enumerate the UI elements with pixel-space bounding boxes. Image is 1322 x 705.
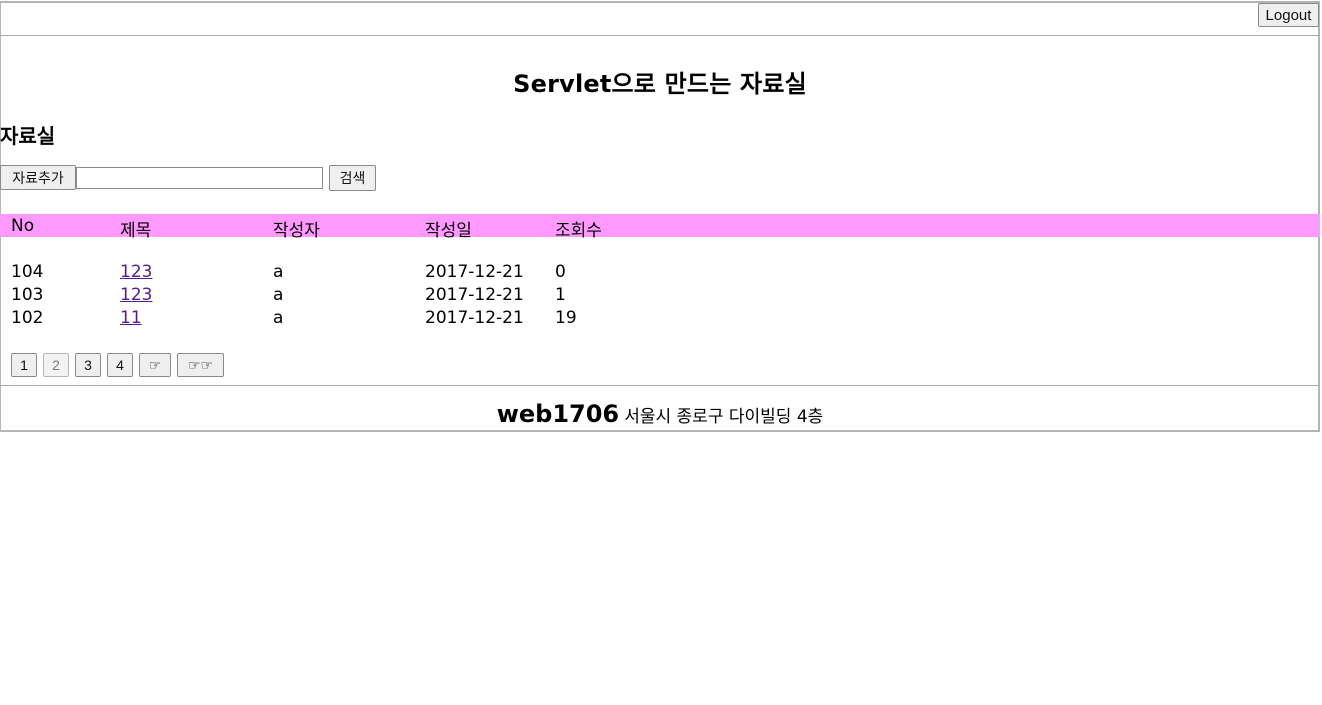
column-header-author: 작성자 bbox=[273, 221, 320, 241]
page-button-1[interactable]: 1 bbox=[11, 353, 37, 377]
row-date: 2017-12-21 bbox=[425, 308, 524, 328]
row-date: 2017-12-21 bbox=[425, 285, 524, 305]
last-page-button[interactable]: ☞☞ bbox=[177, 353, 224, 377]
footer-divider bbox=[0, 385, 1320, 386]
table-row: 102 11 a 2017-12-21 19 bbox=[0, 308, 1320, 331]
row-title-link[interactable]: 123 bbox=[120, 262, 152, 282]
row-no: 102 bbox=[11, 308, 44, 328]
page-button-4[interactable]: 4 bbox=[107, 353, 133, 377]
column-header-title: 제목 bbox=[120, 221, 152, 241]
row-no: 103 bbox=[11, 285, 44, 305]
footer-site-name: web1706 bbox=[496, 400, 620, 428]
add-file-button[interactable]: 자료추가 bbox=[0, 165, 76, 190]
row-author: a bbox=[273, 308, 284, 328]
table-row: 103 123 a 2017-12-21 1 bbox=[0, 285, 1320, 308]
page-button-2: 2 bbox=[43, 353, 69, 377]
table-header: No 제목 작성자 작성일 조회수 bbox=[0, 214, 1320, 241]
column-header-views: 조회수 bbox=[555, 221, 602, 241]
footer: web1706 서울시 종로구 다이빌딩 4층 bbox=[0, 400, 1320, 428]
row-no: 104 bbox=[11, 262, 44, 282]
top-bar: Logout bbox=[0, 0, 1320, 36]
row-author: a bbox=[273, 285, 284, 305]
section-title: 자료실 bbox=[0, 124, 56, 148]
column-header-date: 작성일 bbox=[425, 221, 472, 241]
row-views: 0 bbox=[555, 262, 566, 282]
page-button-3[interactable]: 3 bbox=[75, 353, 101, 377]
search-button[interactable]: 검색 bbox=[329, 165, 376, 191]
page-title: Servlet으로 만드는 자료실 bbox=[513, 70, 807, 98]
row-title-link[interactable]: 123 bbox=[120, 285, 152, 305]
row-author: a bbox=[273, 262, 284, 282]
next-page-button[interactable]: ☞ bbox=[139, 353, 171, 377]
footer-address: 서울시 종로구 다이빌딩 4층 bbox=[624, 407, 824, 427]
row-date: 2017-12-21 bbox=[425, 262, 524, 282]
row-title-link[interactable]: 11 bbox=[120, 308, 142, 328]
search-input[interactable] bbox=[76, 167, 323, 189]
table-row: 104 123 a 2017-12-21 0 bbox=[0, 262, 1320, 285]
row-views: 19 bbox=[555, 308, 577, 328]
column-header-no: No bbox=[11, 216, 35, 236]
logout-button[interactable]: Logout bbox=[1258, 3, 1319, 27]
row-views: 1 bbox=[555, 285, 566, 305]
